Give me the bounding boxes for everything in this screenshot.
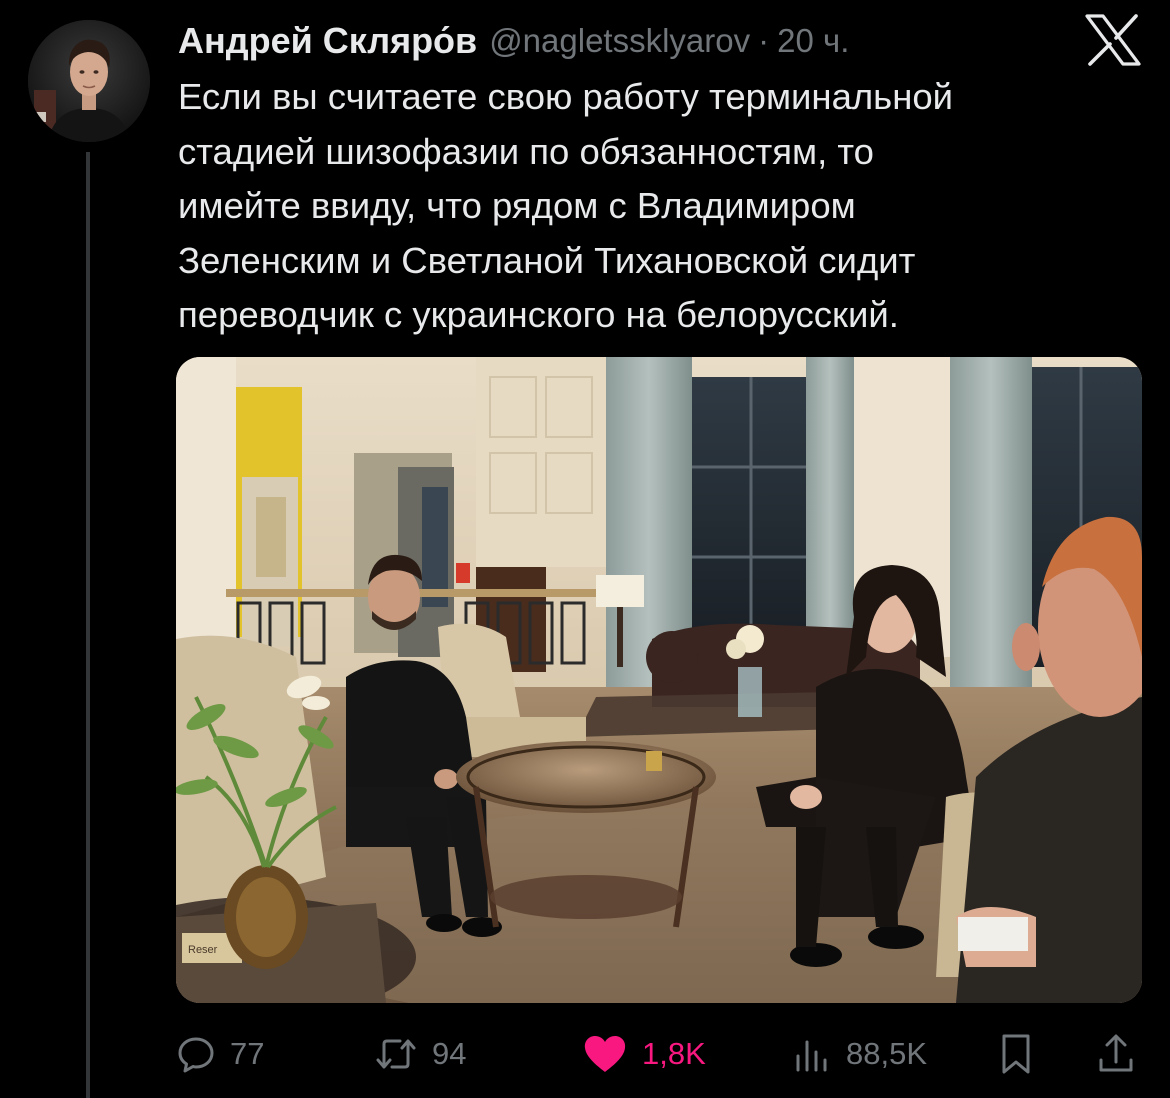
tweet-text-line: переводчик с украинского на белорусский. <box>178 294 899 335</box>
repost-count: 94 <box>432 1036 467 1071</box>
views-icon <box>792 1034 832 1074</box>
author-handle[interactable]: @nagletssklyarov <box>489 22 750 60</box>
action-bar: 77 94 1,8K 88,5K <box>176 1026 1142 1082</box>
tweet-text-line: стадией шизофазии по обязанностям, то <box>178 130 874 172</box>
avatar[interactable] <box>28 20 150 142</box>
tweet-text: Если вы считаете свою работу терминально… <box>178 70 1138 343</box>
header-separator: · <box>758 22 770 59</box>
reply-button[interactable]: 77 <box>176 1026 264 1082</box>
repost-icon <box>374 1034 418 1074</box>
share-button[interactable] <box>1096 1026 1136 1082</box>
like-count: 1,8K <box>642 1036 706 1071</box>
tweet[interactable]: Андрей Скляро́в @nagletssklyarov · 20 ч.… <box>0 0 1170 1098</box>
share-icon <box>1096 1032 1136 1076</box>
tweet-header: Андрей Скляро́в @nagletssklyarov · 20 ч. <box>178 16 849 66</box>
tweet-text-line: Если вы считаете свою работу терминально… <box>178 76 954 117</box>
table-card-text: Reser <box>188 944 218 956</box>
repost-button[interactable]: 94 <box>374 1026 466 1082</box>
reply-icon <box>176 1034 216 1074</box>
views-button[interactable]: 88,5K <box>792 1026 927 1082</box>
heart-icon <box>582 1034 628 1074</box>
reply-count: 77 <box>230 1036 265 1071</box>
views-count: 88,5K <box>846 1036 928 1071</box>
like-button[interactable]: 1,8K <box>582 1026 706 1082</box>
bookmark-button[interactable] <box>998 1026 1034 1082</box>
tweet-photo[interactable]: Reser <box>176 357 1142 1003</box>
thread-line <box>86 152 90 1098</box>
tweet-text-line: имейте ввиду, что рядом с Владимиром <box>178 185 856 226</box>
x-logo-icon <box>1085 14 1141 66</box>
tweet-text-line: Зеленским и Светланой Тихановской сидит <box>178 239 916 281</box>
post-timestamp[interactable]: 20 ч. <box>777 22 849 60</box>
bookmark-icon <box>998 1032 1034 1076</box>
author-display-name[interactable]: Андрей Скляро́в <box>178 20 477 62</box>
